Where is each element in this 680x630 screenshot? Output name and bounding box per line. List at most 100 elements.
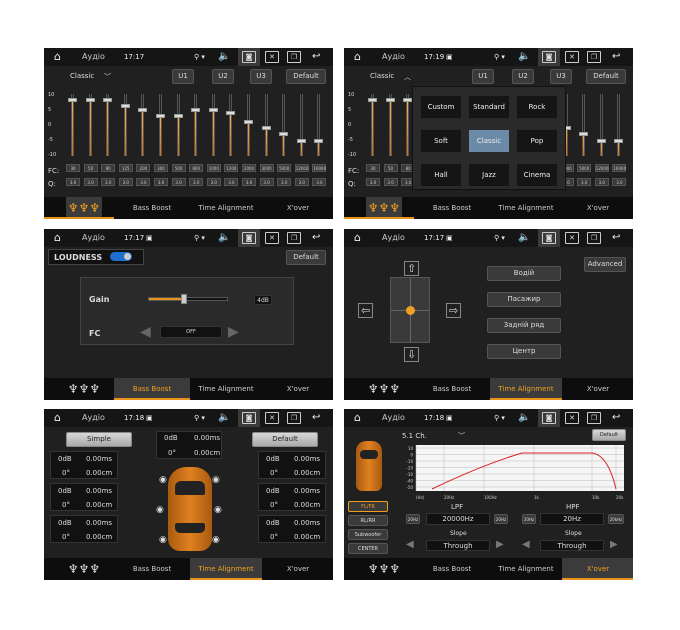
preset-pop[interactable]: Pop xyxy=(517,130,557,152)
close-icon[interactable]: ✕ xyxy=(265,51,279,63)
close-icon[interactable]: ✕ xyxy=(265,412,279,424)
u2-button[interactable]: U2 xyxy=(512,69,534,84)
screenshot-icon[interactable]: ◙ xyxy=(542,51,556,63)
eq-slider-handle[interactable] xyxy=(208,107,218,112)
hpf-slope-next-icon[interactable]: ▶ xyxy=(610,539,618,550)
default-button[interactable]: Default xyxy=(286,250,326,265)
seat-rear-button[interactable]: Задній ряд xyxy=(487,318,561,333)
eq-slider-handle[interactable] xyxy=(403,98,413,103)
chevron-down-icon[interactable]: ﹀ xyxy=(458,431,465,441)
eq-slider-handle[interactable] xyxy=(596,138,606,143)
preset-soft[interactable]: Soft xyxy=(421,130,461,152)
eq-freq-button[interactable]: 1200 xyxy=(224,164,239,172)
windows-icon[interactable]: ❐ xyxy=(287,51,301,63)
preset-custom[interactable]: Custom xyxy=(421,96,461,118)
seat-passenger-button[interactable]: Пасажир xyxy=(487,292,561,307)
u3-button[interactable]: U3 xyxy=(550,69,572,84)
eq-q-button[interactable]: 3.0 xyxy=(118,178,133,186)
eq-slider[interactable] xyxy=(279,94,289,156)
hpf-max-button[interactable]: 20kHz xyxy=(608,514,624,524)
eq-freq-button[interactable]: 200 xyxy=(136,164,151,172)
eq-q-button[interactable]: 3.0 xyxy=(577,178,592,186)
windows-icon[interactable]: ❐ xyxy=(287,232,301,244)
preset-cinema[interactable]: Cinema xyxy=(517,164,557,186)
eq-slider-handle[interactable] xyxy=(226,110,236,115)
eq-freq-button[interactable]: 30 xyxy=(66,164,80,172)
eq-freq-button[interactable]: 5000 xyxy=(277,164,292,172)
windows-icon[interactable]: ❐ xyxy=(587,232,601,244)
eq-slider[interactable] xyxy=(138,94,148,156)
eq-slider[interactable] xyxy=(103,94,113,156)
chevron-up-icon[interactable]: ︿ xyxy=(404,72,411,82)
eq-q-button[interactable]: 3.0 xyxy=(101,178,116,186)
channel-label[interactable]: 5.1 Ch. xyxy=(402,432,427,440)
eq-slider[interactable] xyxy=(244,94,253,156)
back-icon[interactable]: ↩ xyxy=(312,48,320,66)
tab-bass-boost[interactable]: Bass Boost xyxy=(114,558,190,580)
eq-slider-handle[interactable] xyxy=(579,132,589,137)
simple-button[interactable]: Simple xyxy=(66,432,132,447)
eq-slider-handle[interactable] xyxy=(156,113,165,118)
default-button[interactable]: Default xyxy=(586,69,626,84)
volume-icon[interactable]: 🔈 xyxy=(218,48,230,66)
tab-xover[interactable]: X'over xyxy=(562,378,633,400)
screenshot-icon[interactable]: ◙ xyxy=(242,51,256,63)
eq-slider-handle[interactable] xyxy=(296,138,306,143)
tab-xover[interactable]: X'over xyxy=(262,197,333,219)
tab-time-alignment[interactable]: Time Alignment xyxy=(490,378,562,400)
close-icon[interactable]: ✕ xyxy=(565,412,579,424)
eq-slider-handle[interactable] xyxy=(191,107,201,112)
volume-icon[interactable]: 🔈 xyxy=(518,48,530,66)
close-icon[interactable]: ✕ xyxy=(565,232,579,244)
eq-slider-handle[interactable] xyxy=(138,107,148,112)
hpf-slope-prev-icon[interactable]: ◀ xyxy=(522,539,530,550)
gain-slider[interactable] xyxy=(148,294,228,304)
back-icon[interactable]: ↩ xyxy=(612,48,620,66)
eq-freq-button[interactable]: 12000 xyxy=(294,164,309,172)
fc-prev-icon[interactable]: ◀ xyxy=(140,324,151,340)
eq-slider[interactable] xyxy=(226,94,236,156)
close-icon[interactable]: ✕ xyxy=(265,232,279,244)
tab-bass-boost[interactable]: Bass Boost xyxy=(414,378,490,400)
balance-pad[interactable] xyxy=(390,277,430,343)
preset-jazz[interactable]: Jazz xyxy=(469,164,509,186)
tab-eq[interactable]: ♆♆♆ xyxy=(66,378,102,400)
eq-slider-handle[interactable] xyxy=(279,132,289,137)
tab-bass-boost[interactable]: Bass Boost xyxy=(114,378,190,400)
tab-bass-boost[interactable]: Bass Boost xyxy=(414,197,490,219)
tab-time-alignment[interactable]: Time Alignment xyxy=(490,197,562,219)
arrow-up-icon[interactable]: ⇧ xyxy=(404,261,420,276)
eq-slider[interactable] xyxy=(261,94,271,156)
u3-button[interactable]: U3 xyxy=(250,69,272,84)
home-icon[interactable]: ⌂ xyxy=(354,229,361,247)
tab-bass-boost[interactable]: Bass Boost xyxy=(414,558,490,580)
eq-q-button[interactable]: 3.0 xyxy=(312,178,327,186)
eq-freq-button[interactable]: 5000 xyxy=(577,164,592,172)
eq-slider[interactable] xyxy=(403,94,413,156)
eq-q-button[interactable]: 3.0 xyxy=(242,178,256,186)
eq-freq-button[interactable]: 50 xyxy=(383,164,398,172)
eq-slider[interactable] xyxy=(120,94,130,156)
eq-q-button[interactable]: 3.0 xyxy=(83,178,98,186)
windows-icon[interactable]: ❐ xyxy=(587,412,601,424)
preset-standard[interactable]: Standard xyxy=(469,96,509,118)
eq-freq-button[interactable]: 125 xyxy=(118,164,133,172)
eq-q-button[interactable]: 3.0 xyxy=(259,178,274,186)
eq-slider-handle[interactable] xyxy=(85,98,95,103)
eq-slider[interactable] xyxy=(191,94,201,156)
eq-slider[interactable] xyxy=(208,94,218,156)
eq-slider[interactable] xyxy=(173,94,183,156)
eq-q-button[interactable]: 3.0 xyxy=(366,178,380,186)
preset-hall[interactable]: Hall xyxy=(421,164,461,186)
tab-eq[interactable]: ♆♆♆ xyxy=(366,197,402,219)
eq-freq-button[interactable]: 12000 xyxy=(594,164,609,172)
eq-freq-button[interactable]: 2000 xyxy=(242,164,256,172)
xover-btn-0[interactable]: FL/FR xyxy=(348,501,388,512)
default-button[interactable]: Default xyxy=(286,69,326,84)
loudness-toggle[interactable] xyxy=(110,252,132,261)
eq-slider-handle[interactable] xyxy=(244,119,253,124)
eq-freq-button[interactable]: 16000 xyxy=(312,164,327,172)
eq-q-button[interactable]: 3.0 xyxy=(136,178,151,186)
volume-icon[interactable]: 🔈 xyxy=(218,229,230,247)
screenshot-icon[interactable]: ◙ xyxy=(542,412,556,424)
